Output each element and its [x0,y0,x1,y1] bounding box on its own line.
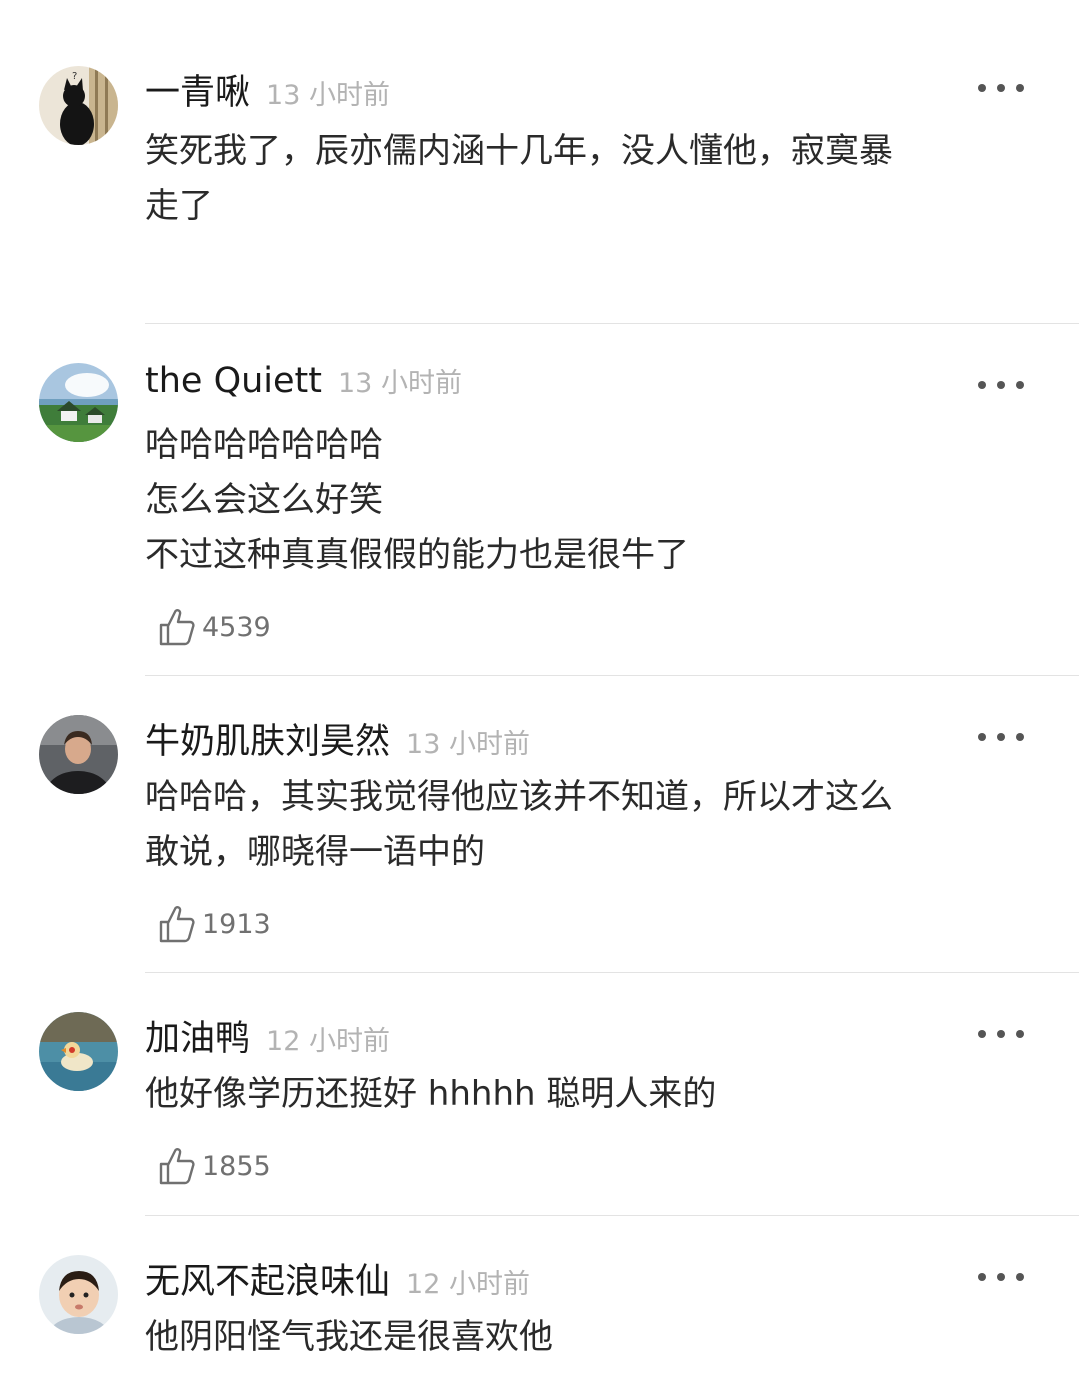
divider [145,323,1079,324]
comment-text-line: 哈哈哈哈哈哈哈 [145,425,383,465]
comment-text-line: 笑死我了，辰亦儒内涵十几年，没人懂他，寂寞暴 [145,131,893,171]
comment-item: 加油鸭 12 小时前 他好像学历还挺好 hhhhh 聪明人来的 1855 [0,974,1079,1218]
username[interactable]: 牛奶肌肤刘昊然 [145,713,390,764]
more-dots-icon[interactable] [978,1027,1024,1041]
username[interactable]: 一青啾 [145,64,250,115]
username[interactable]: 无风不起浪味仙 [145,1253,390,1304]
comment-item: ? 一青啾 13 小时前 笑死我了，辰亦儒内涵十几年，没人懂他，寂寞暴 走了 [0,0,1079,325]
comment-time: 13 小时前 [406,729,530,760]
like-button[interactable]: 4539 [158,605,271,649]
comment-header: 一青啾 13 小时前 [145,64,390,114]
svg-text:?: ? [72,71,77,82]
thumbs-up-icon [159,609,195,646]
comment-item: 牛奶肌肤刘昊然 13 小时前 哈哈哈，其实我觉得他应该并不知道，所以才这么 敢说… [0,677,1079,974]
comment-header: 加油鸭 12 小时前 [145,1010,390,1060]
divider [145,1215,1079,1216]
comment-text-line: 怎么会这么好笑 [145,480,383,520]
comment-text-line: 他好像学历还挺好 hhhhh 聪明人来的 [145,1074,717,1114]
comment-time: 13 小时前 [266,80,390,111]
comment-text-line: 不过这种真真假假的能力也是很牛了 [145,535,689,575]
more-dots-icon[interactable] [978,1270,1024,1284]
comment-text: 他阴阳怪气我还是很喜欢他 [145,1310,1035,1365]
more-dots-icon[interactable] [978,730,1024,744]
more-dots-icon[interactable] [978,81,1024,95]
like-button[interactable]: 1913 [158,902,271,946]
comment-item: 无风不起浪味仙 12 小时前 他阴阳怪气我还是很喜欢他 [0,1217,1079,1397]
person-photo-avatar-icon [39,715,118,794]
thumbs-up-icon [159,906,195,943]
divider [145,675,1079,676]
comment-header: 牛奶肌肤刘昊然 13 小时前 [145,713,530,763]
username[interactable]: the Quiett [145,361,322,401]
user-avatar[interactable] [39,363,118,442]
user-avatar[interactable]: ? [39,66,118,145]
thumbs-up-icon [159,1148,195,1185]
comment-text: 他好像学历还挺好 hhhhh 聪明人来的 [145,1067,1035,1122]
duck-avatar-icon [39,1012,118,1091]
comment-time: 12 小时前 [406,1269,530,1300]
comment-text: 哈哈哈哈哈哈哈 怎么会这么好笑 不过这种真真假假的能力也是很牛了 [145,418,1035,583]
username[interactable]: 加油鸭 [145,1010,250,1061]
baby-photo-avatar-icon [39,1255,118,1334]
comment-time: 12 小时前 [266,1026,390,1057]
like-count: 1855 [202,1150,271,1182]
comment-text: 笑死我了，辰亦儒内涵十几年，没人懂他，寂寞暴 走了 [145,124,1035,234]
divider [145,972,1079,973]
comment-time: 13 小时前 [338,368,462,399]
black-cat-avatar-icon: ? [39,66,118,145]
user-avatar[interactable] [39,1255,118,1334]
comment-item: the Quiett 13 小时前 哈哈哈哈哈哈哈 怎么会这么好笑 不过这种真真… [0,325,1079,677]
comment-text-line: 走了 [145,186,213,226]
landscape-avatar-icon [39,363,118,442]
comment-header: the Quiett 13 小时前 [145,361,462,411]
comment-text-line: 哈哈哈，其实我觉得他应该并不知道，所以才这么 [145,777,893,817]
like-count: 1913 [202,908,271,940]
like-count: 4539 [202,611,271,643]
user-avatar[interactable] [39,1012,118,1091]
comment-text-line: 敢说，哪晓得一语中的 [145,832,485,872]
like-button[interactable]: 1855 [158,1144,271,1188]
user-avatar[interactable] [39,715,118,794]
comment-header: 无风不起浪味仙 12 小时前 [145,1253,530,1303]
more-dots-icon[interactable] [978,378,1024,392]
comment-text: 哈哈哈，其实我觉得他应该并不知道，所以才这么 敢说，哪晓得一语中的 [145,770,1035,880]
comment-text-line: 他阴阳怪气我还是很喜欢他 [145,1317,553,1357]
